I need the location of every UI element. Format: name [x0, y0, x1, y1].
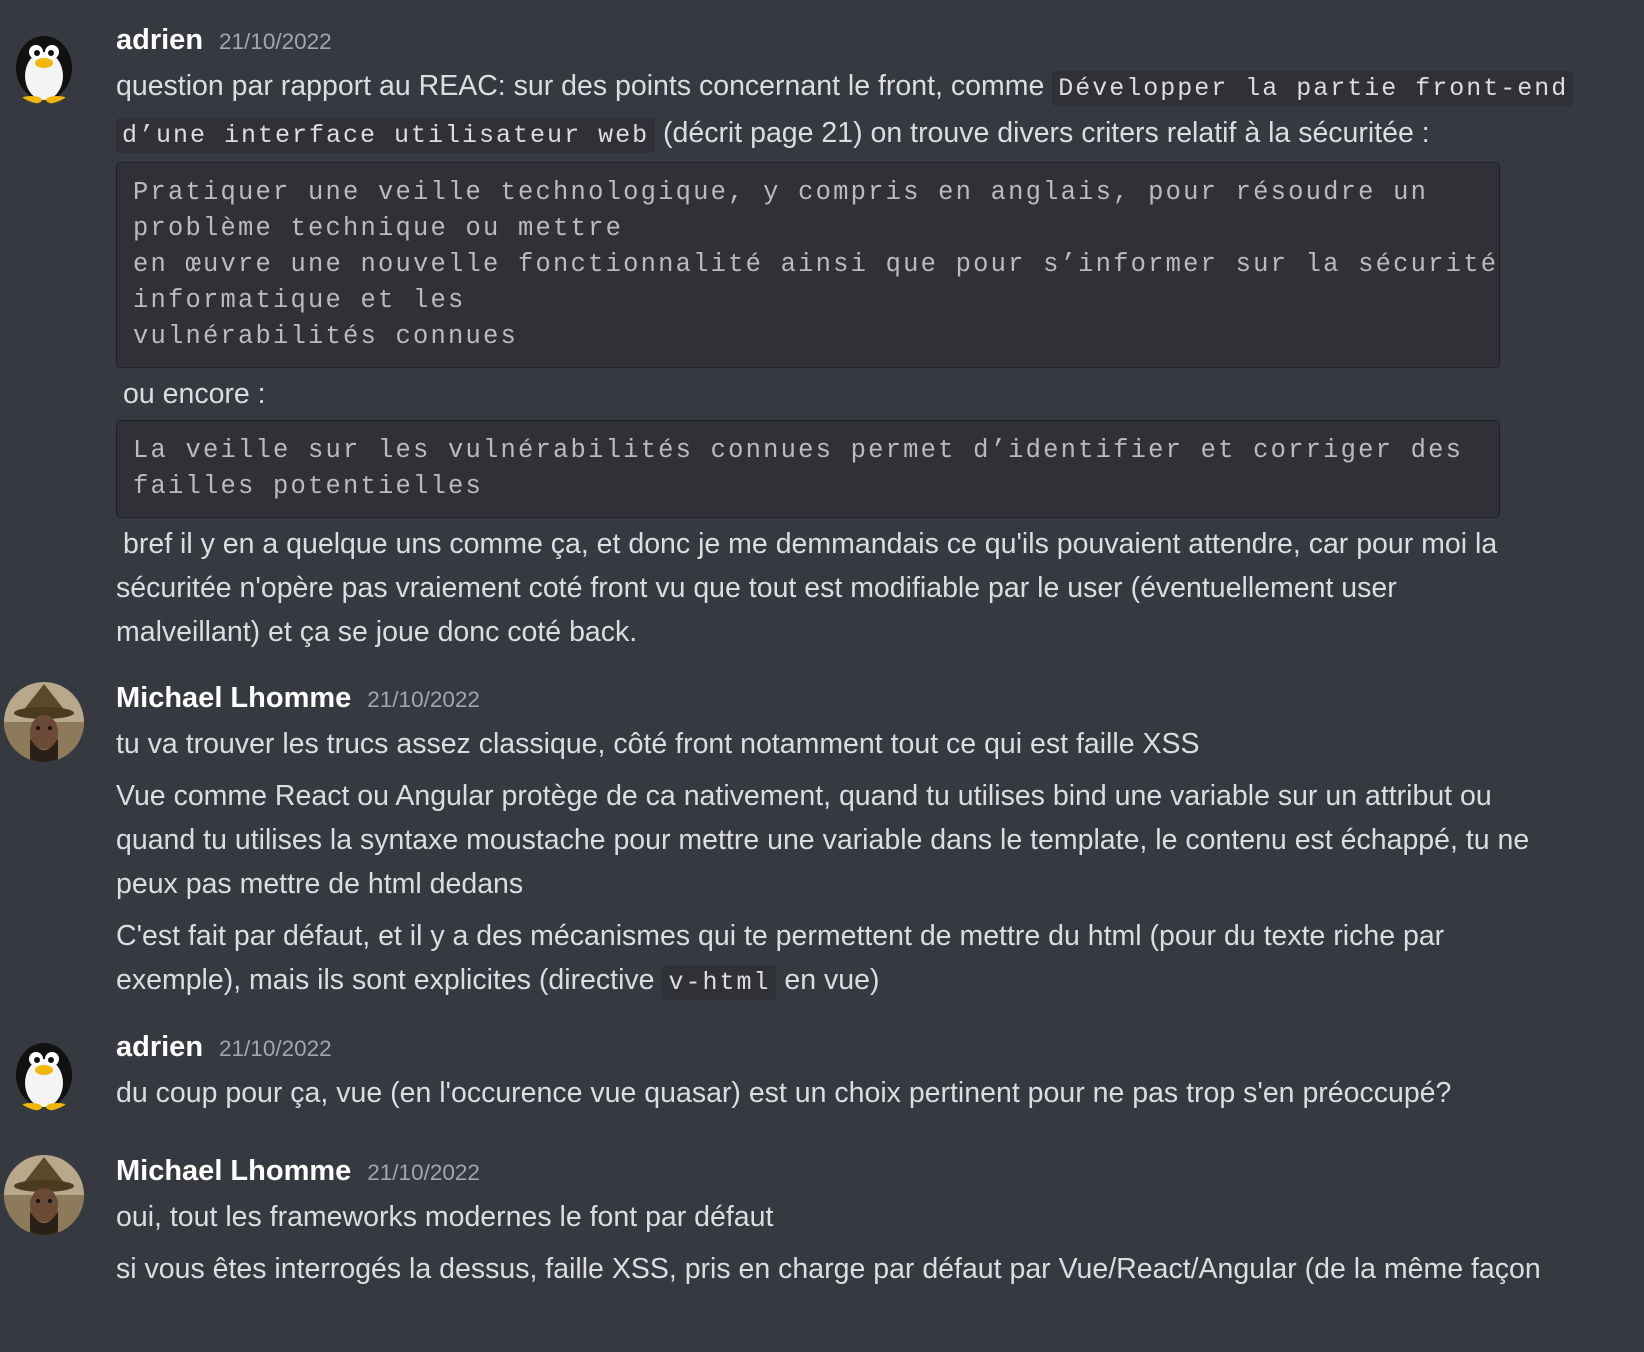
- avatar[interactable]: [4, 1031, 84, 1111]
- message-body: Michael Lhomme 21/10/2022 oui, tout les …: [116, 1155, 1616, 1291]
- message-text: sécuritée n'opère pas vraiement coté fro…: [116, 572, 1397, 604]
- message-header: adrien 21/10/2022: [116, 1031, 1616, 1071]
- message-text: tu va trouver les trucs assez classique,…: [116, 728, 1200, 760]
- inline-code: d’une interface utilisateur web: [116, 118, 656, 153]
- text-segment: (décrit page 21) on trouve divers criter…: [655, 117, 1430, 149]
- message-text: Vue comme React ou Angular protège de ca…: [116, 780, 1492, 812]
- timestamp: 21/10/2022: [219, 1036, 332, 1061]
- author-name[interactable]: adrien: [116, 24, 203, 57]
- message-header: Michael Lhomme 21/10/2022: [116, 1155, 1616, 1195]
- text-segment: question par rapport au REAC: sur des po…: [116, 70, 1053, 102]
- message-text: quand tu utilises la syntaxe moustache p…: [116, 824, 1530, 856]
- message-header: Michael Lhomme 21/10/2022: [116, 682, 1616, 722]
- inline-code: v-html: [662, 965, 777, 1000]
- inline-code: Développer la partie front-end: [1052, 71, 1575, 106]
- timestamp: 21/10/2022: [367, 687, 480, 712]
- wizard-hat-avatar-icon: [4, 1155, 84, 1235]
- code-block: La veille sur les vulnérabilités connues…: [116, 420, 1500, 518]
- avatar[interactable]: [4, 682, 84, 762]
- message-text: bref il y en a quelque uns comme ça, et …: [123, 528, 1498, 560]
- message-body: adrien 21/10/2022 question par rapport a…: [116, 24, 1616, 654]
- text-segment: en vue): [776, 964, 880, 996]
- message-text: d’une interface utilisateur web (décrit …: [116, 111, 1616, 158]
- message-body: adrien 21/10/2022 du coup pour ça, vue (…: [116, 1031, 1616, 1115]
- author-name[interactable]: adrien: [116, 1031, 203, 1064]
- message-text: oui, tout les frameworks modernes le fon…: [116, 1201, 774, 1233]
- message-text: ou encore :: [123, 378, 266, 410]
- tux-penguin-icon: [4, 24, 84, 104]
- timestamp: 21/10/2022: [367, 1160, 480, 1185]
- message-text: malveillant) et ça se joue donc coté bac…: [116, 616, 638, 648]
- message-header: adrien 21/10/2022: [116, 24, 1616, 64]
- tux-penguin-icon: [4, 1031, 84, 1111]
- message-text: C'est fait par défaut, et il y a des méc…: [116, 920, 1445, 952]
- message-text: du coup pour ça, vue (en l'occurence vue…: [116, 1077, 1452, 1109]
- avatar[interactable]: [4, 24, 84, 104]
- timestamp: 21/10/2022: [219, 29, 332, 54]
- message-text: peux pas mettre de html dedans: [116, 868, 524, 900]
- avatar[interactable]: [4, 1155, 84, 1235]
- message-body: Michael Lhomme 21/10/2022 tu va trouver …: [116, 682, 1616, 1005]
- code-block: Pratiquer une veille technologique, y co…: [116, 162, 1500, 368]
- message-text: question par rapport au REAC: sur des po…: [116, 64, 1616, 111]
- text-segment: exemple), mais ils sont explicites (dire…: [116, 964, 663, 996]
- author-name[interactable]: Michael Lhomme: [116, 682, 351, 715]
- message-text: exemple), mais ils sont explicites (dire…: [116, 958, 1616, 1005]
- wizard-hat-avatar-icon: [4, 682, 84, 762]
- author-name[interactable]: Michael Lhomme: [116, 1155, 351, 1188]
- message-text: si vous êtes interrogés la dessus, faill…: [116, 1253, 1541, 1285]
